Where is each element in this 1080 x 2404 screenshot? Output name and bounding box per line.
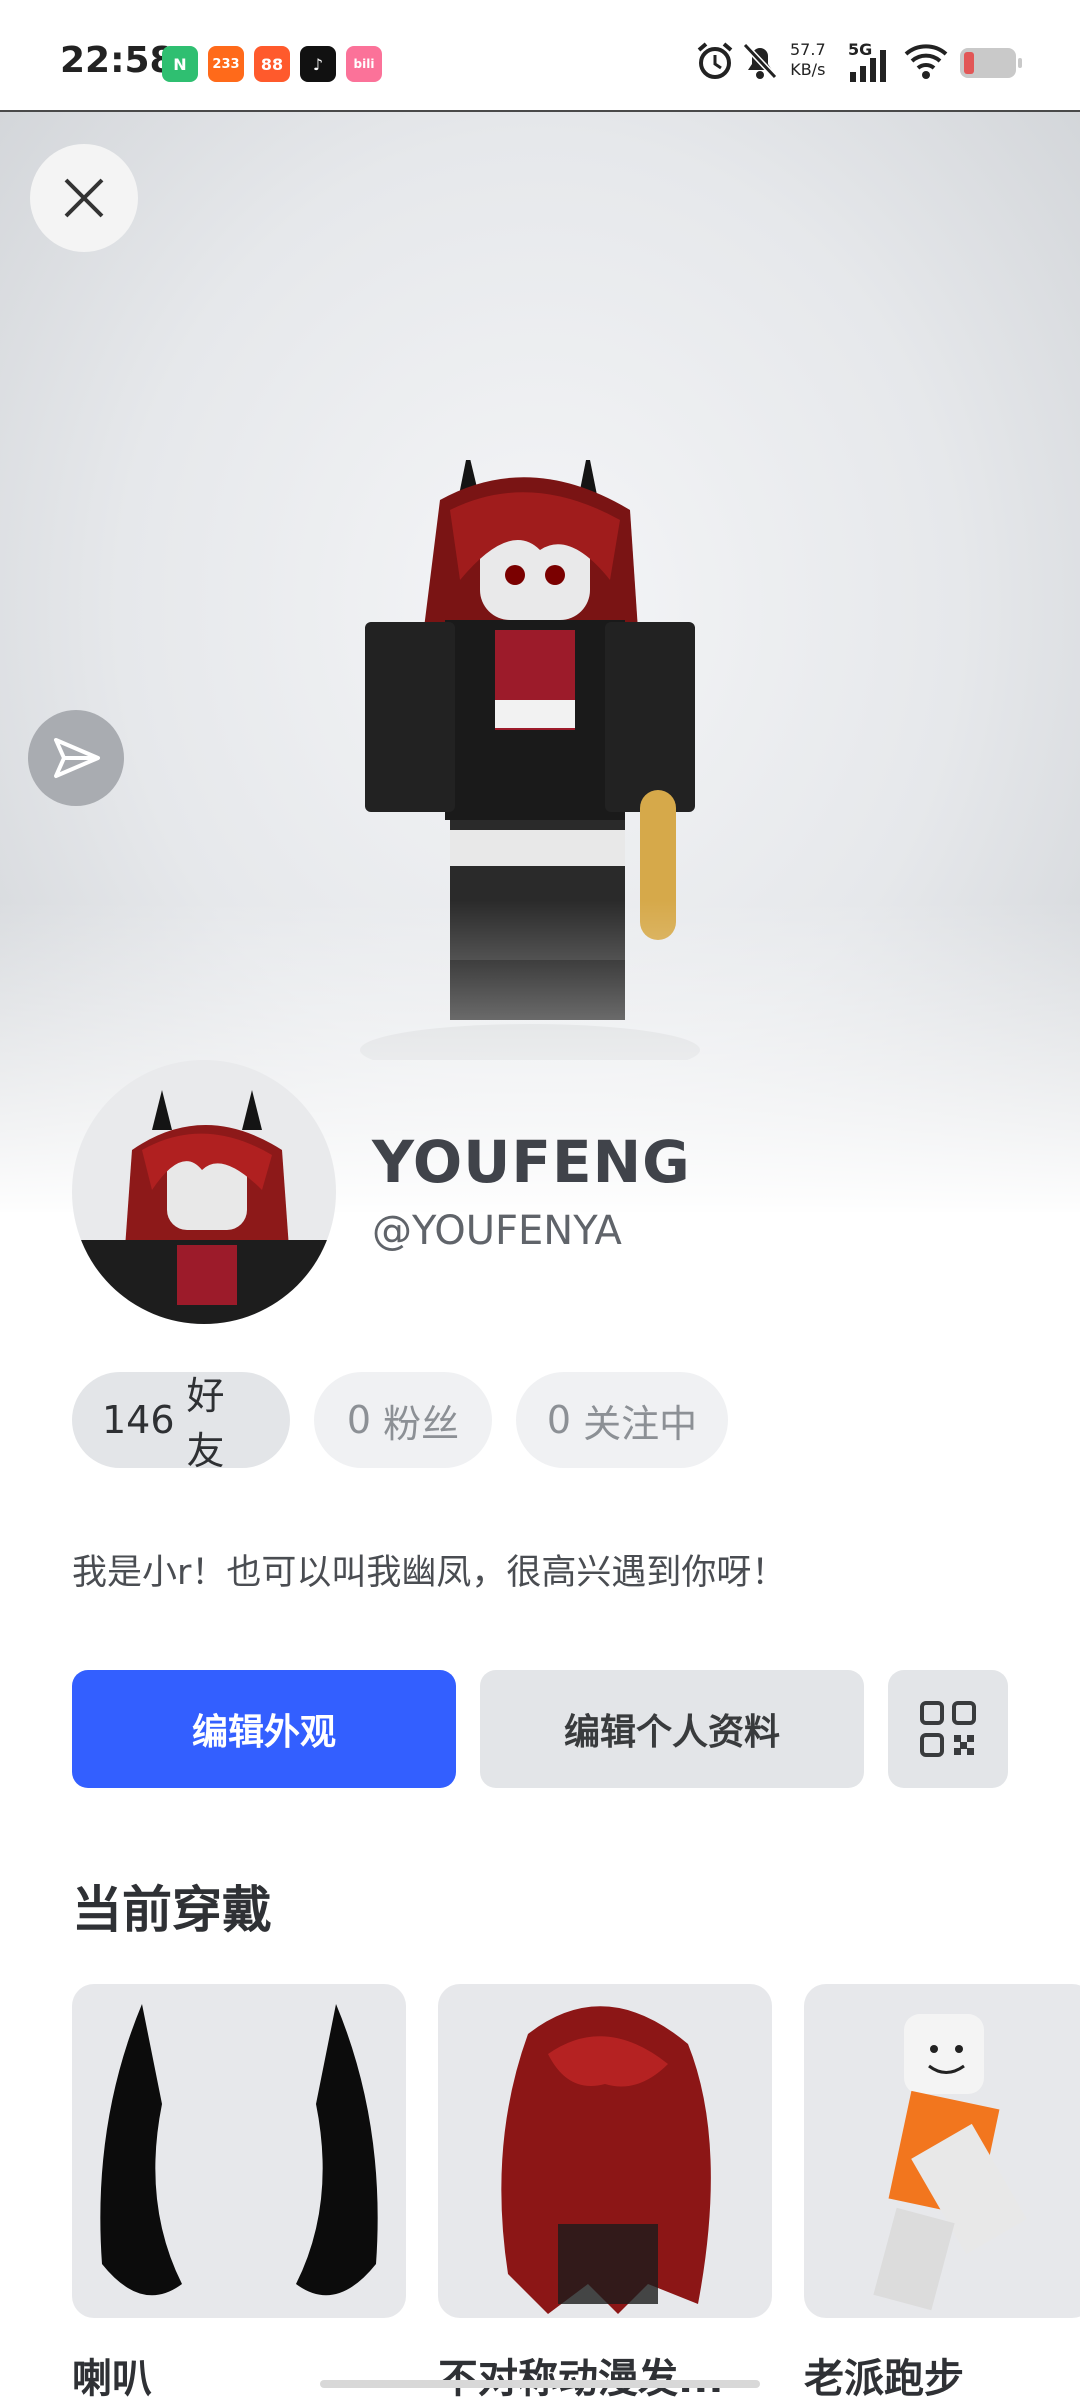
tiktok-app-icon: ♪ xyxy=(300,46,336,82)
friends-count-button[interactable]: 146 好友 xyxy=(72,1372,290,1473)
profile-avatar[interactable] xyxy=(72,1060,336,1324)
hair-item-image xyxy=(501,2006,711,2314)
edit-avatar-button[interactable]: 编辑外观 xyxy=(72,1670,456,1788)
wearing-item-label: 不对称动漫发... xyxy=(438,2356,724,2402)
wearing-item-card[interactable] xyxy=(438,1984,772,2318)
network-speed: 57.7 KB/s xyxy=(790,40,826,79)
close-button[interactable] xyxy=(30,144,138,252)
following-count-button[interactable]: 0 关注中 xyxy=(516,1372,728,1468)
edit-profile-button[interactable]: 编辑个人资料 xyxy=(480,1670,864,1788)
qr-code-button[interactable] xyxy=(888,1670,1008,1788)
home-indicator[interactable] xyxy=(320,2380,760,2388)
bio-text: 我是小r！也可以叫我幽凤，很高兴遇到你呀！ xyxy=(72,1553,787,1593)
bilibili-app-icon: bili xyxy=(346,46,382,82)
wearing-item-label: 喇叭 xyxy=(72,2356,152,2402)
status-bar: 22:58 N 233 88 ♪ bili 57.7 KB/s 5G xyxy=(0,0,1080,112)
display-name: YOUFENG xyxy=(372,1128,691,1196)
currently-wearing-title: 当前穿戴 xyxy=(72,1881,272,1939)
233-app-icon: 233 xyxy=(208,46,244,82)
wearing-item-label: 老派跑步 xyxy=(804,2356,964,2402)
battery-icon xyxy=(960,48,1022,78)
horns-item-image xyxy=(100,2004,378,2296)
status-time: 22:58 xyxy=(60,40,175,81)
share-icon xyxy=(54,738,100,778)
wearing-item-card[interactable] xyxy=(804,1984,1080,2318)
followers-count-button[interactable]: 0 粉丝 xyxy=(314,1372,492,1468)
share-button[interactable] xyxy=(28,710,124,806)
close-icon xyxy=(64,178,104,218)
qr-code-icon xyxy=(920,1701,976,1757)
mute-bell-icon xyxy=(740,40,780,86)
alarm-icon xyxy=(694,40,736,86)
wearing-item-card[interactable] xyxy=(72,1984,406,2318)
wifi-icon xyxy=(902,40,950,86)
running-animation-item-image xyxy=(873,2014,1027,2311)
avatar-headshot-image xyxy=(72,1090,336,1324)
orange-app-icon: 88 xyxy=(254,46,290,82)
username: @YOUFENYA xyxy=(372,1208,622,1254)
green-app-icon: N xyxy=(162,46,198,82)
